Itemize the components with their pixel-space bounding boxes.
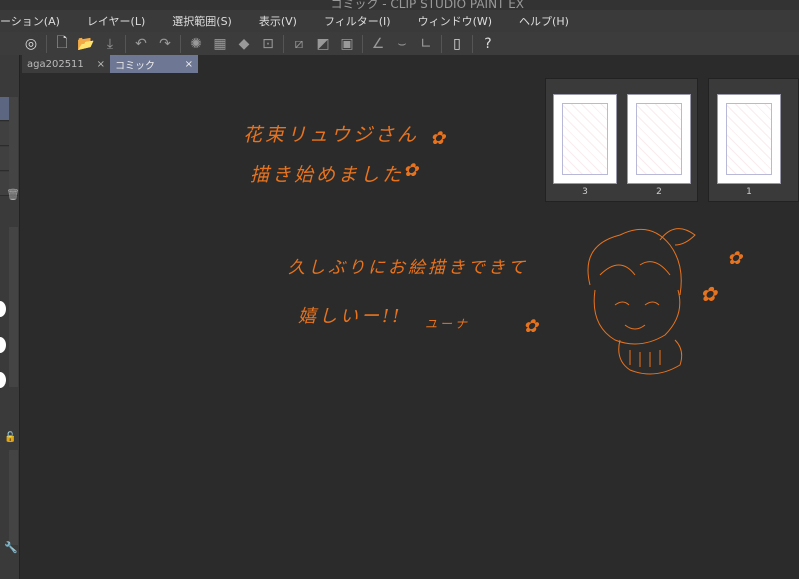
handwritten-text: 花束リュウジさん [243, 124, 420, 146]
save-icon[interactable]: ⤓ [101, 36, 119, 52]
fill-icon[interactable]: ◆ [235, 36, 253, 52]
ruler-icon[interactable]: ∠ [369, 36, 387, 52]
page-number: 3 [582, 187, 588, 197]
divider [180, 34, 181, 53]
menu-selection[interactable]: 選択範囲(S) [172, 13, 232, 29]
page-thumbnail-1[interactable] [717, 94, 781, 184]
device-icon[interactable]: ▯ [448, 36, 466, 52]
brush-size-dot[interactable] [0, 301, 6, 317]
close-icon[interactable]: × [185, 59, 193, 70]
deselect-icon[interactable]: ⧄ [290, 36, 308, 52]
curve-ruler-icon[interactable]: ⌣ [393, 36, 411, 52]
handwritten-text: 久しぶりにお絵描きできて [288, 258, 528, 278]
brush-size-dot[interactable] [0, 372, 6, 388]
flower-doodle: ✿ [523, 316, 542, 337]
divider [362, 34, 363, 53]
brush-size-dot[interactable] [0, 337, 6, 353]
perspective-icon[interactable]: ∟ [417, 36, 435, 52]
close-icon[interactable]: × [97, 59, 105, 70]
selection-border-icon[interactable]: ▣ [338, 36, 356, 52]
page-number: 2 [656, 187, 662, 197]
command-bar: ◎ 🗋 📂 ⤓ ↶ ↷ ✺ ▦ ◆ ⊡ ⧄ ◩ ▣ ∠ ⌣ ∟ ▯ ? [0, 32, 799, 55]
redo-icon[interactable]: ↷ [156, 36, 174, 52]
tab-label: コミック [115, 60, 155, 72]
help-icon[interactable]: ? [479, 36, 497, 52]
flower-doodle: ✿ [700, 282, 720, 306]
menu-bar: ーション(A) レイヤー(L) 選択範囲(S) 表示(V) フィルター(I) ウ… [0, 10, 799, 32]
title-bar: コミック - CLIP STUDIO PAINT EX [0, 0, 799, 10]
divider [125, 34, 126, 53]
wrench-icon[interactable]: 🔧 [4, 541, 18, 554]
menu-animation[interactable]: ーション(A) [0, 13, 60, 29]
clear-outside-icon[interactable]: ▦ [211, 36, 229, 52]
signature: ユーナ [425, 317, 471, 331]
divider [283, 34, 284, 53]
page-thumbnail-2[interactable] [627, 94, 691, 184]
trash-icon[interactable]: 🗑 [6, 188, 20, 201]
flower-doodle: ✿ [403, 160, 422, 181]
transform-icon[interactable]: ⊡ [259, 36, 277, 52]
scrollbar[interactable] [9, 97, 18, 192]
flower-doodle: ✿ [430, 128, 449, 149]
handwritten-text: 嬉しいー!! [298, 306, 403, 327]
flower-doodle: ✿ [727, 248, 746, 269]
clip-studio-icon[interactable]: ◎ [22, 36, 40, 52]
menu-help[interactable]: ヘルプ(H) [519, 13, 569, 29]
clear-icon[interactable]: ✺ [187, 36, 205, 52]
divider [441, 34, 442, 53]
tab-label: aga202511 [27, 58, 84, 70]
handwritten-text: 描き始めました [250, 164, 405, 186]
menu-filter[interactable]: フィルター(I) [324, 13, 391, 29]
page-number: 1 [746, 187, 752, 197]
open-folder-icon[interactable]: 📂 [77, 36, 95, 52]
document-tabs: aga202511 × コミック × [22, 55, 198, 73]
left-panel: 🗑 🔓 🔧 [0, 55, 20, 579]
undo-icon[interactable]: ↶ [132, 36, 150, 52]
menu-view[interactable]: 表示(V) [259, 13, 297, 29]
lock-icon[interactable]: 🔓 [4, 432, 16, 443]
divider [472, 34, 473, 53]
menu-window[interactable]: ウィンドウ(W) [418, 13, 492, 29]
page-thumbnail-3[interactable] [553, 94, 617, 184]
divider [46, 34, 47, 53]
menu-layer[interactable]: レイヤー(L) [87, 13, 145, 29]
new-file-icon[interactable]: 🗋 [53, 32, 71, 56]
tab-aga202511[interactable]: aga202511 × [22, 55, 110, 73]
scrollbar[interactable] [9, 450, 18, 545]
scrollbar[interactable] [9, 227, 18, 387]
tab-comic[interactable]: コミック × [110, 55, 198, 73]
character-sketch [587, 228, 696, 375]
window-title: コミック - CLIP STUDIO PAINT EX [330, 0, 524, 10]
invert-selection-icon[interactable]: ◩ [314, 36, 332, 52]
